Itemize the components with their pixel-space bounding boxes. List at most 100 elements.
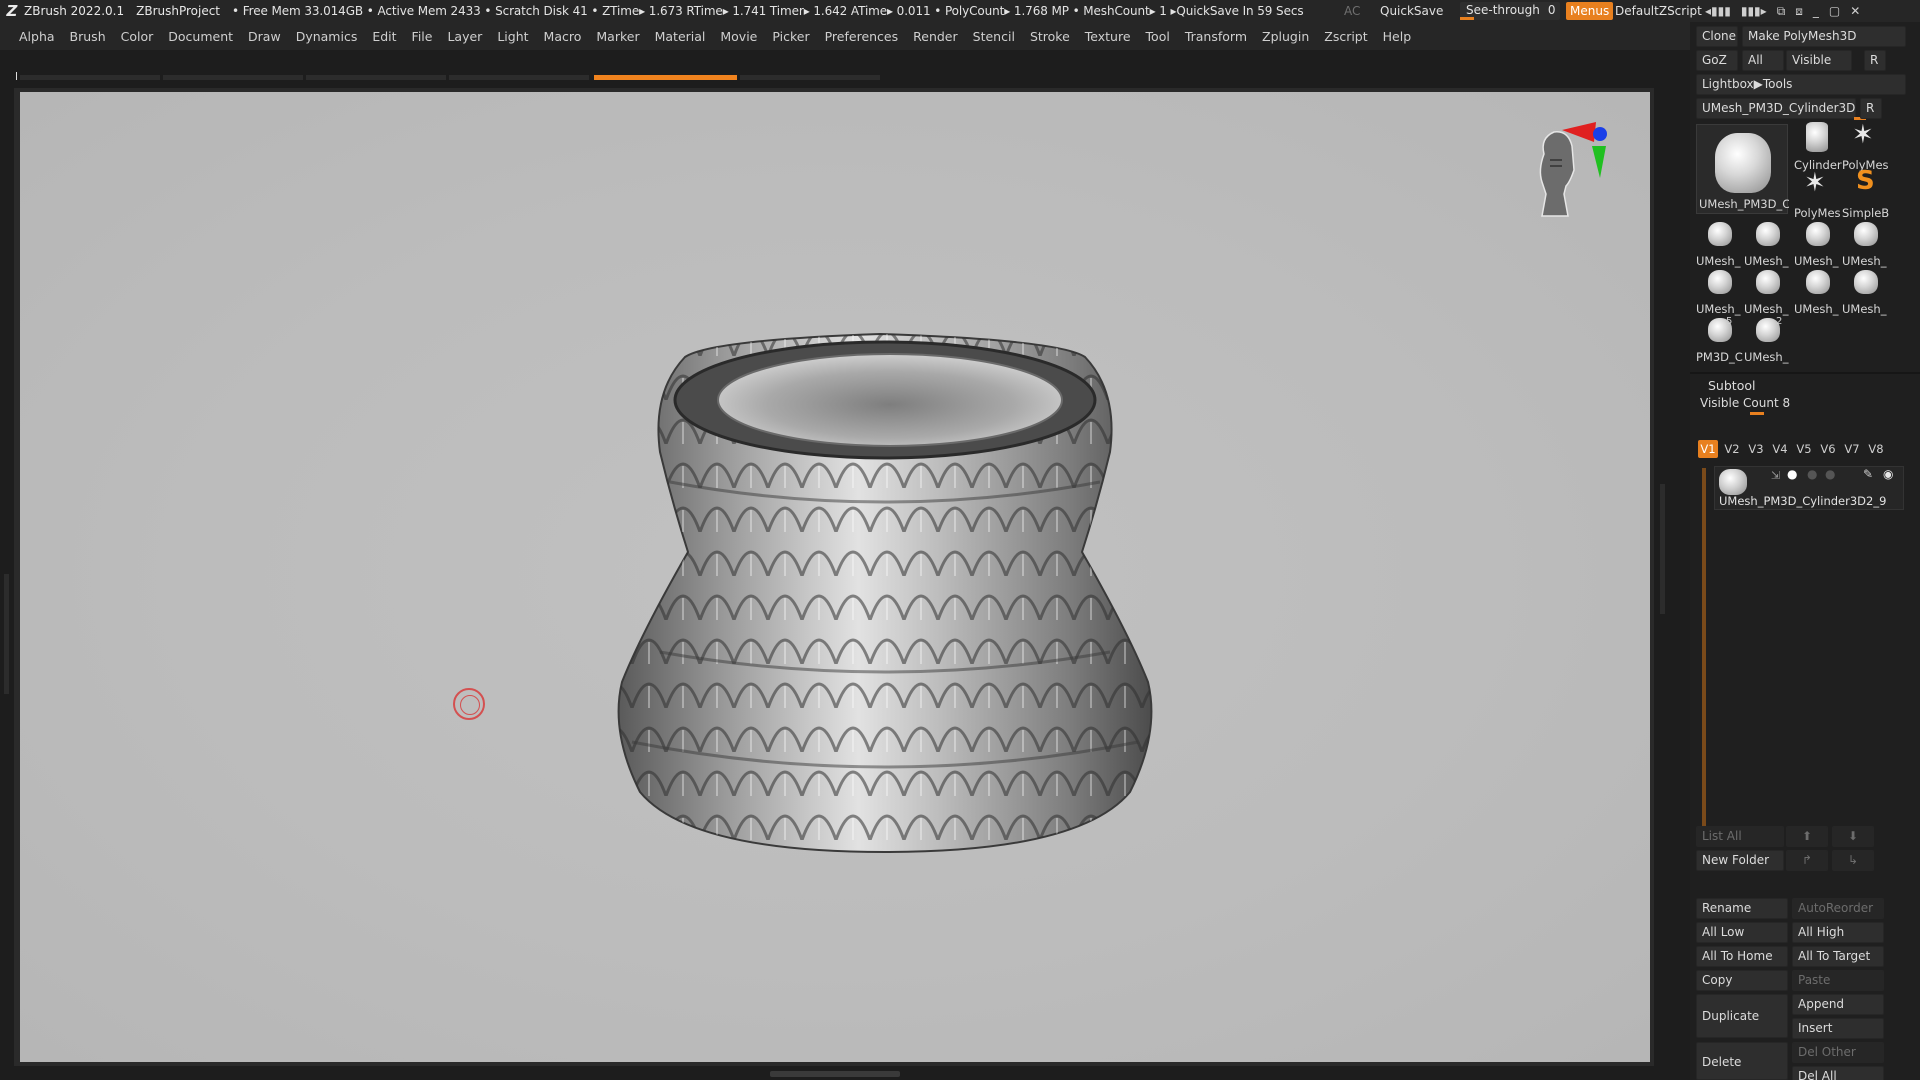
navigation-gizmo[interactable] [1520, 120, 1620, 250]
subtool-version-v3[interactable]: V3 [1746, 440, 1766, 458]
menu-brush[interactable]: Brush [70, 29, 106, 44]
subtool-scrollbar[interactable] [1702, 468, 1706, 844]
current-tool-thumbnail[interactable]: UMesh_PM3D_C [1696, 124, 1789, 214]
quicksave-button[interactable]: QuickSave [1380, 4, 1443, 18]
menu-zplugin[interactable]: Zplugin [1262, 29, 1309, 44]
tool-thumbnail[interactable]: UMesh_ [1842, 268, 1888, 316]
menu-layer[interactable]: Layer [447, 29, 482, 44]
menu-dynamics[interactable]: Dynamics [296, 29, 358, 44]
menus-toggle-button[interactable]: Menus [1566, 2, 1614, 20]
paste-button[interactable]: Paste [1792, 970, 1884, 991]
shelf-tab[interactable] [163, 75, 303, 80]
menu-stencil[interactable]: Stencil [973, 29, 1015, 44]
menu-document[interactable]: Document [168, 29, 233, 44]
subtool-version-v4[interactable]: V4 [1770, 440, 1790, 458]
tool-thumbnail[interactable]: UMesh_ [1696, 220, 1742, 268]
layout-toggle-icon[interactable]: ◂▮▮▮ [1705, 4, 1731, 18]
shelf-tab-active[interactable] [594, 75, 737, 80]
menu-transform[interactable]: Transform [1185, 29, 1247, 44]
goz-button[interactable]: GoZ [1696, 50, 1738, 71]
del-other-button[interactable]: Del Other [1792, 1042, 1884, 1063]
all-to-target-button[interactable]: All To Target [1792, 946, 1884, 967]
duplicate-button[interactable]: Duplicate [1696, 994, 1788, 1038]
autoreorder-button[interactable]: AutoReorder [1792, 898, 1884, 919]
tool-thumbnail[interactable]: UMesh_ [1744, 316, 1790, 364]
restore-ui-icon[interactable]: ⧉ [1777, 4, 1786, 19]
document-canvas[interactable] [20, 92, 1650, 1062]
menu-render[interactable]: Render [913, 29, 958, 44]
tool-thumbnail[interactable]: UMesh_ [1794, 220, 1840, 268]
all-low-button[interactable]: All Low [1696, 922, 1788, 943]
seethrough-slider[interactable]: See-through 0 [1460, 2, 1560, 20]
subtool-brush-icon[interactable]: ⇲ [1771, 469, 1780, 482]
subtool-item[interactable]: ⇲ ● ● ● ✎ ◉ UMesh_PM3D_Cylinder3D2_9 [1714, 466, 1904, 510]
tool-thumbnail[interactable]: UMesh_ [1744, 268, 1790, 316]
menu-macro[interactable]: Macro [544, 29, 582, 44]
maximize-icon[interactable]: ▢ [1829, 4, 1840, 18]
tool-thumbnail[interactable]: Cylinder [1794, 122, 1842, 172]
menu-zscript[interactable]: Zscript [1324, 29, 1367, 44]
left-tray-handle[interactable] [4, 574, 9, 694]
menu-material[interactable]: Material [655, 29, 706, 44]
menu-movie[interactable]: Movie [720, 29, 757, 44]
subtool-toggle2-icon[interactable]: ● [1825, 467, 1835, 481]
subtool-version-v7[interactable]: V7 [1842, 440, 1862, 458]
tool-r-button[interactable]: R [1860, 98, 1882, 119]
tool-thumbnail[interactable]: S SimpleB [1842, 166, 1889, 220]
close-icon[interactable]: ✕ [1850, 4, 1860, 18]
ac-button[interactable]: AC [1344, 4, 1360, 18]
menu-preferences[interactable]: Preferences [825, 29, 899, 44]
subtool-polypaint-icon[interactable]: ● [1787, 467, 1797, 481]
lightbox-tools-button[interactable]: Lightbox▶Tools [1696, 74, 1906, 95]
minimize-icon[interactable]: _ [1813, 4, 1819, 18]
default-zscript-button[interactable]: DefaultZScript [1615, 4, 1702, 18]
shelf-tab[interactable] [740, 75, 880, 80]
copy-button[interactable]: Copy [1696, 970, 1788, 991]
tool-thumbnail[interactable]: UMesh_ [1794, 268, 1840, 316]
subtool-version-v8[interactable]: V8 [1866, 440, 1886, 458]
current-tool-name[interactable]: UMesh_PM3D_Cylinder3D2_S [1696, 98, 1856, 119]
subtool-toggle-icon[interactable]: ● [1807, 467, 1817, 481]
bottom-tray-handle[interactable] [770, 1071, 900, 1077]
menu-help[interactable]: Help [1383, 29, 1412, 44]
subtool-version-v6[interactable]: V6 [1818, 440, 1838, 458]
make-polymesh3d-button[interactable]: Make PolyMesh3D [1742, 26, 1906, 47]
subtool-title[interactable]: Subtool [1708, 378, 1755, 393]
subtool-version-v1[interactable]: V1 [1698, 440, 1718, 458]
tool-thumbnail[interactable]: PM3D_C [1696, 316, 1743, 364]
move-down-button[interactable]: ⬇ [1832, 826, 1874, 847]
subtool-version-v2[interactable]: V2 [1722, 440, 1742, 458]
menu-edit[interactable]: Edit [372, 29, 396, 44]
tool-thumbnail[interactable]: ✶ PolyMes [1842, 120, 1889, 172]
folder-in-button[interactable]: ↳ [1832, 850, 1874, 871]
visible-count[interactable]: Visible Count 8 [1700, 396, 1790, 410]
clone-button[interactable]: Clone [1696, 26, 1738, 47]
goz-r-button[interactable]: R [1864, 50, 1886, 71]
tool-thumbnail[interactable]: ✶ PolyMes [1794, 168, 1841, 220]
menu-texture[interactable]: Texture [1085, 29, 1131, 44]
menu-draw[interactable]: Draw [248, 29, 281, 44]
right-tray-handle[interactable] [1660, 484, 1665, 614]
subtool-version-v5[interactable]: V5 [1794, 440, 1814, 458]
menu-light[interactable]: Light [497, 29, 528, 44]
all-high-button[interactable]: All High [1792, 922, 1884, 943]
list-all-button[interactable]: List All [1696, 826, 1784, 847]
goz-all-button[interactable]: All [1742, 50, 1784, 71]
palette-icon[interactable]: ⧈ [1795, 4, 1803, 19]
new-folder-button[interactable]: New Folder [1696, 850, 1784, 871]
all-to-home-button[interactable]: All To Home [1696, 946, 1788, 967]
move-up-button[interactable]: ⬆ [1786, 826, 1828, 847]
layout-switch-icon[interactable]: ▮▮▮▸ [1741, 4, 1767, 18]
subtool-edit-icon[interactable]: ✎ [1863, 467, 1873, 481]
menu-file[interactable]: File [412, 29, 433, 44]
insert-button[interactable]: Insert [1792, 1018, 1884, 1039]
tool-thumbnail[interactable]: UMesh_ [1842, 220, 1888, 268]
menu-tool[interactable]: Tool [1146, 29, 1170, 44]
menu-stroke[interactable]: Stroke [1030, 29, 1070, 44]
tool-thumbnail[interactable]: UMesh_ [1744, 220, 1790, 268]
shelf-tab[interactable] [449, 75, 589, 80]
rename-button[interactable]: Rename [1696, 898, 1788, 919]
delete-button[interactable]: Delete [1696, 1042, 1788, 1080]
menu-marker[interactable]: Marker [596, 29, 639, 44]
del-all-button[interactable]: Del All [1792, 1066, 1884, 1080]
